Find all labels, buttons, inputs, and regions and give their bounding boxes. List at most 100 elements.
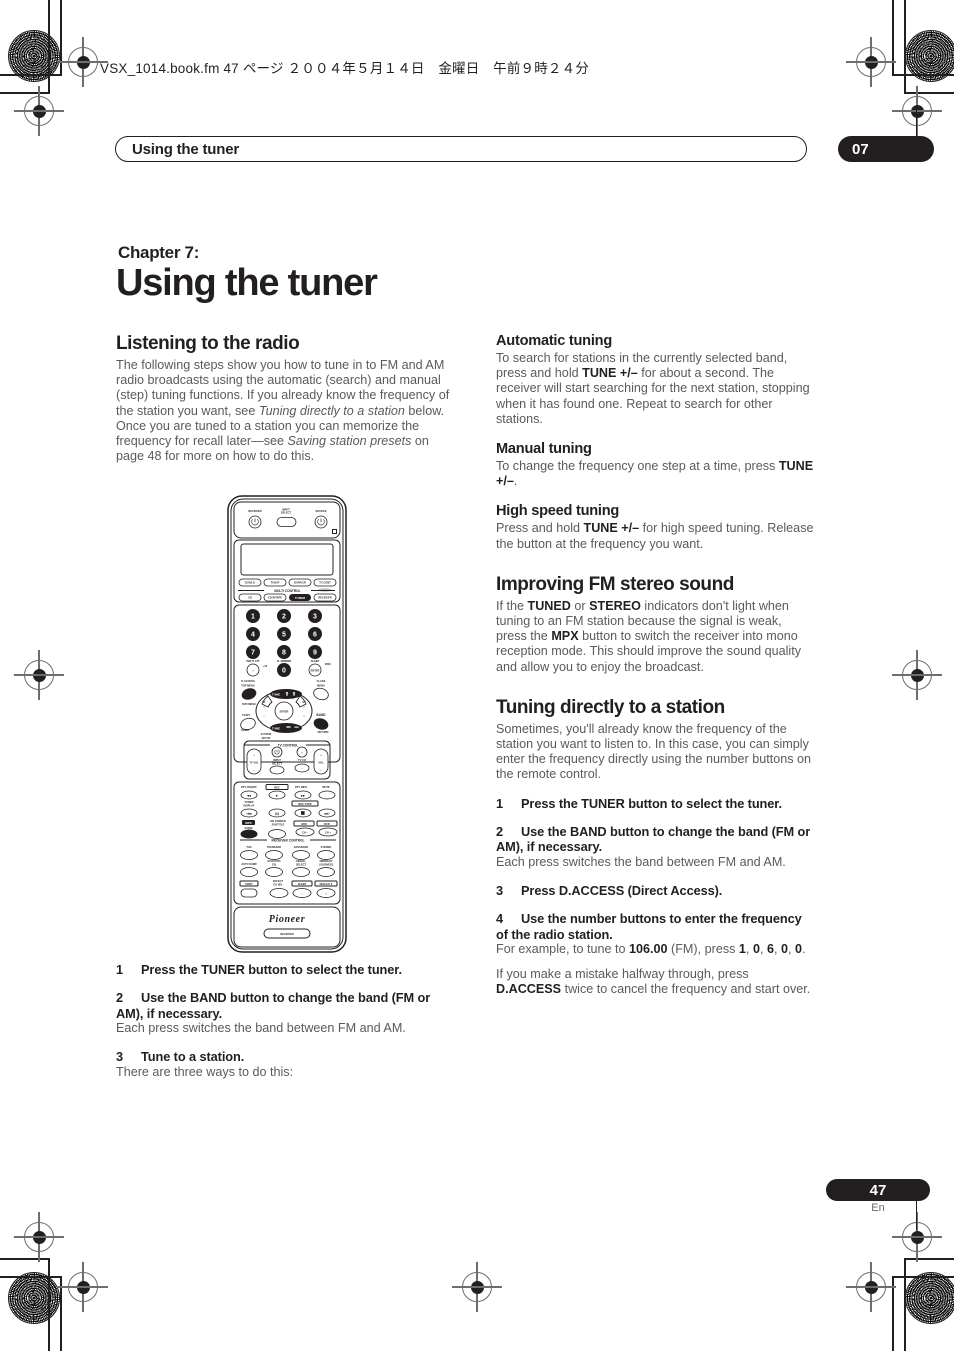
right-step-4-number: 4 (496, 911, 504, 927)
right-step-1: 1 Press the TUNER button to select the tu… (496, 796, 814, 811)
svg-text:SYSTEM: SYSTEM (261, 732, 272, 736)
crop-rule (0, 92, 50, 94)
registration-mark-lower-left (14, 1212, 64, 1262)
svg-text:DVD MENU: DVD MENU (242, 702, 256, 706)
page-number-text: 47 (869, 1181, 887, 1199)
svg-text:DVD/LD: DVD/LD (245, 581, 255, 585)
left-step-1-number: 1 (116, 962, 124, 977)
svg-text:SETUP: SETUP (262, 736, 271, 740)
automatic-tuning-body: To search for stations in the currently … (496, 351, 814, 427)
svg-text:TV/SAT: TV/SAT (270, 581, 279, 585)
left-step-2-body: Each press switches the band between FM … (116, 1021, 406, 1036)
manual-text-1: To change the frequency one step at a ti… (496, 459, 779, 474)
svg-text:EQ: EQ (272, 863, 276, 867)
svg-text:7: 7 (251, 650, 255, 657)
right-step-3-heading: Press D.ACCESS (Direct Access). (521, 883, 723, 899)
left-step-3-body: There are three ways to do this: (116, 1064, 294, 1079)
page-language-code: En (871, 1202, 885, 1214)
crop-rule (904, 1258, 906, 1351)
svg-text:TUNER: TUNER (245, 800, 254, 804)
svg-text:CD-R/TAPE: CD-R/TAPE (268, 596, 282, 600)
crop-rule (48, 1258, 50, 1351)
improving-fm-body: If the TUNED or STEREO indicators don't … (496, 599, 814, 675)
manual-tuning-body: To change the frequency one step at a ti… (496, 459, 814, 489)
intro-italic-1: Tuning directly to a station (258, 403, 405, 418)
svg-text:SELECT: SELECT (296, 863, 307, 867)
svg-text:INPUT ATT: INPUT ATT (246, 659, 260, 663)
svg-text:ACOUSTIC: ACOUSTIC (267, 859, 281, 863)
svg-text:GUIDE: GUIDE (241, 728, 249, 732)
left-step-1: 1 Press the TUNER button to select the tu… (116, 962, 458, 977)
fm-bold-mpx: MPX (551, 629, 579, 644)
example-digit-2: 0 (752, 942, 760, 957)
subheading-manual-tuning: Manual tuning (496, 441, 592, 458)
svg-text:RECEIVER: RECEIVER (318, 596, 331, 600)
example-sep-3: , (773, 942, 781, 957)
left-column-steps: 1 Press the TUNER button to select the tu… (116, 962, 458, 1080)
crop-rule (60, 0, 62, 76)
hs-text-1: Press and hold (496, 521, 584, 536)
svg-text:6: 6 (313, 632, 317, 639)
mistake-pre: If you make a mistake halfway through, p… (496, 966, 749, 981)
svg-text:TUNE: TUNE (272, 692, 280, 696)
registration-mark-top-left (58, 37, 108, 87)
svg-text:SOURCE: SOURCE (315, 509, 326, 513)
svg-text:SLEEP: SLEEP (311, 659, 320, 663)
svg-text:ST: ST (262, 700, 266, 704)
left-column: Listening to the radio The following ste… (116, 333, 458, 464)
svg-text:DISC: DISC (325, 662, 331, 666)
svg-text:MULTI CONTROL: MULTI CONTROL (274, 589, 300, 593)
svg-text:DISPLAY: DISPLAY (243, 804, 254, 808)
svg-text:▶▶|: ▶▶| (324, 811, 330, 815)
svg-text:TV VOL: TV VOL (249, 761, 259, 765)
right-step-2-heading: Use the BAND button to change the band (… (496, 824, 811, 855)
svg-text:TOP MENU: TOP MENU (241, 684, 255, 688)
source-buttons: DVD/LD TV/SAT DVR/VCR TV CONT (238, 578, 337, 587)
svg-text:2: 2 (282, 614, 286, 621)
example-sep-1: , (745, 942, 753, 957)
crop-rule (904, 92, 954, 94)
right-step-2-number: 2 (496, 824, 504, 840)
svg-text:SLEEP: SLEEP (298, 882, 307, 886)
registration-mark-top-right (846, 37, 896, 87)
svg-text:DVR/VCR: DVR/VCR (294, 581, 306, 585)
registration-mark-bottom-right (846, 1262, 896, 1312)
svg-text:CH –: CH – (302, 830, 308, 834)
mistake-post: twice to cancel the frequency and start … (561, 981, 811, 996)
running-head: Using the tuner (115, 136, 807, 162)
svg-text:+: + (303, 715, 305, 718)
left-step-1-heading: Press the TUNER button to select the tun… (141, 962, 402, 977)
right-step-1-heading: Press the TUNER button to select the tun… (521, 795, 782, 811)
right-step-2-body: Each press switches the band between FM … (496, 854, 786, 869)
left-step-3: 3 Tune to a station. There are three ways… (116, 1049, 458, 1080)
svg-text:MIDNIGHT: MIDNIGHT (320, 859, 333, 863)
svg-text:ON SCREEN: ON SCREEN (270, 819, 286, 823)
left-step-2: 2 Use the BAND button to change the band … (116, 990, 458, 1036)
right-step-3: 3 Press D.ACCESS (Direct Access). (496, 883, 814, 898)
svg-text:AUDIO: AUDIO (244, 826, 252, 830)
right-step-3-number: 3 (496, 883, 504, 899)
svg-text:CD: CD (248, 596, 252, 600)
svg-text:TV CONTROL: TV CONTROL (278, 743, 299, 747)
registration-mark-mid-left (14, 650, 64, 700)
svg-text:SIGNAL: SIGNAL (296, 859, 306, 863)
svg-text:RETURN: RETURN (318, 730, 329, 734)
registration-blob-bottom-left (8, 1272, 60, 1324)
svg-text:4: 4 (251, 632, 255, 639)
hs-bold-tune: TUNE +/– (583, 521, 640, 536)
svg-text:MPX: MPX (245, 821, 252, 825)
example-sep-2: , (759, 942, 767, 957)
svg-text:T.EDIT: T.EDIT (242, 713, 250, 717)
example-frequency: 106.00 (629, 942, 668, 957)
svg-text:–: – (263, 715, 265, 718)
svg-text:SHIFT: SHIFT (245, 882, 253, 886)
svg-text:RECEIVER: RECEIVER (280, 932, 293, 936)
left-step-3-heading: Tune to a station. (141, 1049, 245, 1065)
manual-text-2: . (513, 474, 518, 489)
manual-page: VSX_1014.book.fm 47 ページ ２００４年５月１４日 金曜日 午… (0, 0, 954, 1351)
section-heading-listening: Listening to the radio (116, 333, 300, 354)
svg-text:TUNER: TUNER (295, 596, 306, 600)
svg-text:9: 9 (313, 650, 317, 657)
svg-text:DVD: DVD (324, 822, 330, 826)
chapter-number-text: 07 (852, 140, 869, 158)
